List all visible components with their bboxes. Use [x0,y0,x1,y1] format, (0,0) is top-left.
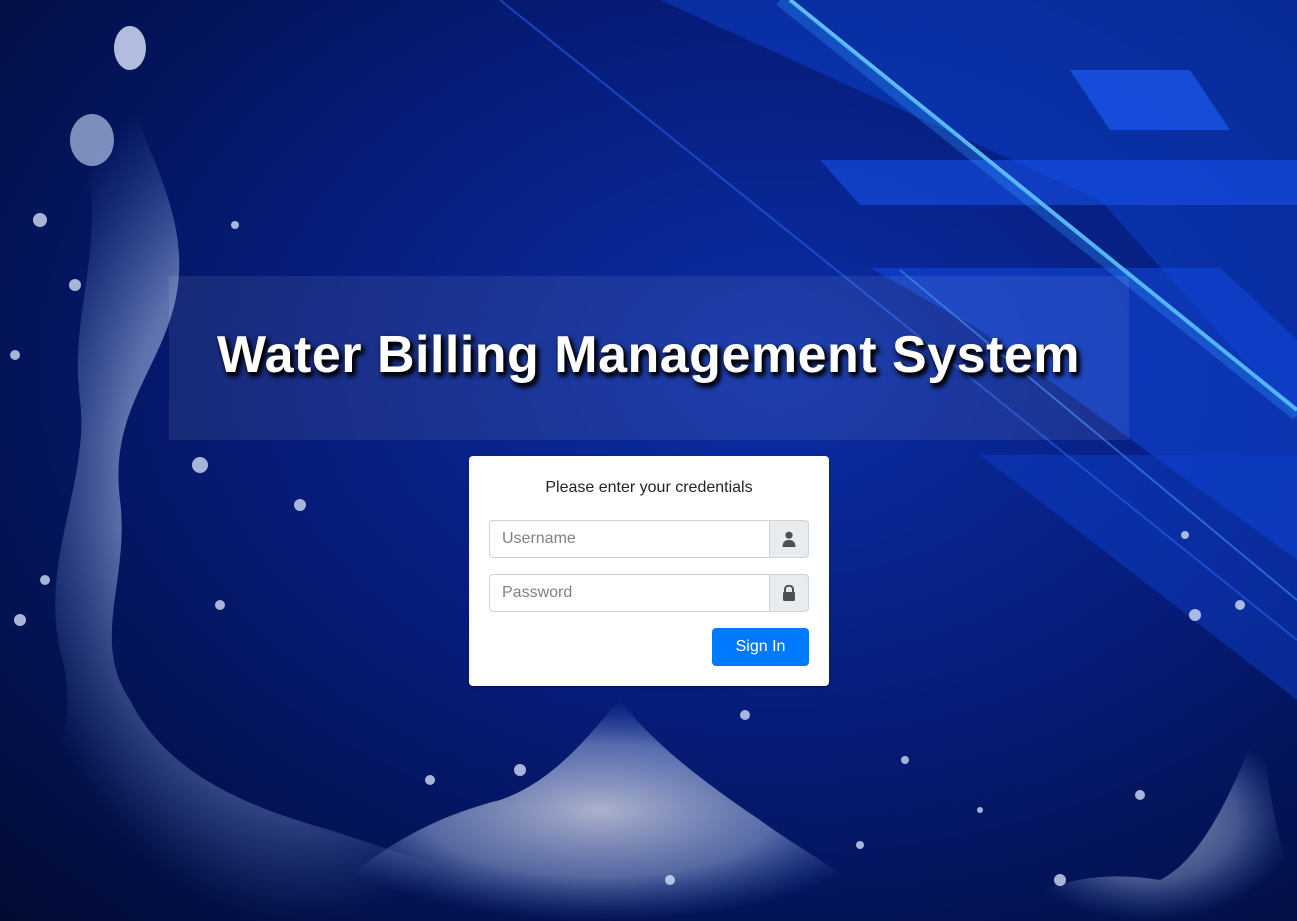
lock-icon [769,574,809,612]
page-title: Water Billing Management System [216,326,1081,384]
username-group [489,520,809,558]
password-group [489,574,809,612]
username-input[interactable] [489,520,769,558]
login-message: Please enter your credentials [545,479,753,496]
password-input[interactable] [489,574,769,612]
login-card: Please enter your credentials Sign In [469,456,829,686]
user-icon [769,520,809,558]
sign-in-button[interactable]: Sign In [712,628,809,666]
